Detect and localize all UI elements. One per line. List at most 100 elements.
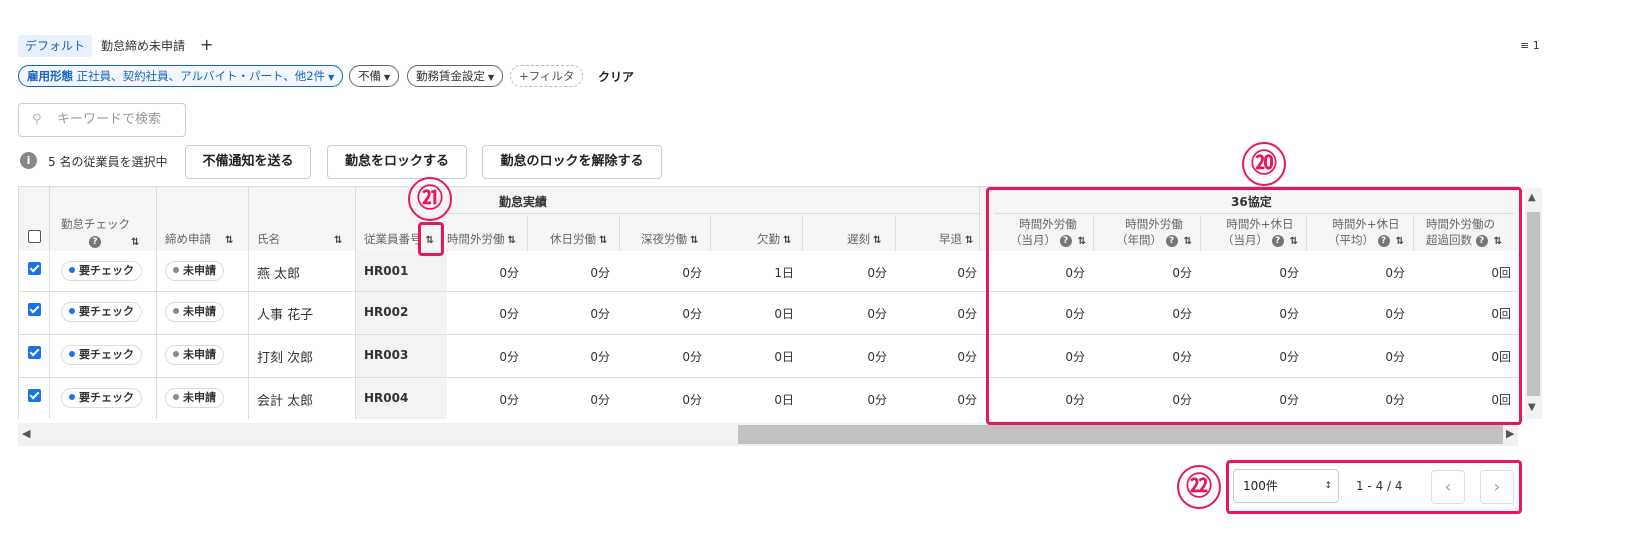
value-cell: 0分 bbox=[682, 350, 702, 364]
sort-icon[interactable]: ⇅ bbox=[873, 235, 881, 246]
vertical-scrollbar[interactable]: ▲ ▼ bbox=[1525, 188, 1542, 419]
sort-icon[interactable]: ⇅ bbox=[965, 235, 973, 246]
employee-number: HR001 bbox=[364, 264, 409, 278]
col-header-overtime[interactable]: 時間外労働 ⇅ bbox=[447, 231, 516, 247]
tab-default[interactable]: デフォルト bbox=[18, 35, 93, 57]
filter-lines-icon: ≡ bbox=[1520, 39, 1530, 52]
value-cell: 0分 bbox=[957, 350, 977, 364]
value-cell: 0分 bbox=[867, 393, 887, 407]
value-cell: 0分 bbox=[957, 266, 977, 280]
sort-icon[interactable]: ⇅ bbox=[690, 235, 698, 246]
lock-attendance-button[interactable]: 勤怠をロックする bbox=[327, 145, 467, 179]
employee-name: 人事 花子 bbox=[257, 308, 314, 323]
value-cell: 0分 bbox=[682, 266, 702, 280]
col-header-emp-no-label: 従業員番号 bbox=[364, 232, 422, 246]
send-defect-notice-button[interactable]: 不備通知を送る bbox=[185, 145, 311, 179]
value-cell: 0分 bbox=[499, 350, 519, 364]
check-status-badge: 要チェック bbox=[61, 261, 142, 281]
sort-icon[interactable]: ⇅ bbox=[225, 235, 233, 246]
sort-icon[interactable]: ⇅ bbox=[783, 235, 791, 246]
col-header-apply[interactable]: 締め申請 ⇅ bbox=[165, 231, 233, 247]
select-all-checkbox[interactable] bbox=[28, 230, 41, 243]
col-header-early[interactable]: 早退 ⇅ bbox=[939, 231, 973, 247]
clear-filters-link[interactable]: クリア bbox=[598, 68, 634, 85]
row-checkbox[interactable] bbox=[28, 262, 41, 275]
filter-count: 1 bbox=[1532, 39, 1540, 52]
annotation-box-36-agreement bbox=[986, 187, 1522, 425]
vertical-scroll-thumb[interactable] bbox=[1527, 212, 1540, 396]
employment-filter-label: 雇用形態 bbox=[27, 69, 73, 83]
wage-filter-label: 勤務賃金設定 bbox=[416, 69, 485, 83]
wage-filter-chip[interactable]: 勤務賃金設定 ▼ bbox=[407, 65, 504, 87]
add-filter-chip[interactable]: +フィルタ bbox=[510, 65, 584, 87]
status-dot-icon bbox=[69, 308, 75, 314]
add-tab-button[interactable]: + bbox=[200, 35, 213, 55]
row-checkbox[interactable] bbox=[28, 389, 41, 402]
sort-icon[interactable]: ⇅ bbox=[508, 235, 516, 246]
col-header-night[interactable]: 深夜労働 ⇅ bbox=[641, 231, 698, 247]
col-header-holiday[interactable]: 休日労働 ⇅ bbox=[550, 231, 607, 247]
chevron-down-icon: ▼ bbox=[328, 73, 335, 82]
col-header-late-label: 遅刻 bbox=[847, 232, 870, 246]
check-status-badge: 要チェック bbox=[61, 345, 142, 365]
search-placeholder: キーワードで検索 bbox=[57, 112, 162, 127]
scroll-down-icon[interactable]: ▼ bbox=[1528, 402, 1536, 413]
horizontal-scroll-thumb[interactable] bbox=[738, 425, 1503, 444]
value-cell: 0分 bbox=[590, 266, 610, 280]
value-cell: 0分 bbox=[957, 393, 977, 407]
col-header-overtime-label: 時間外労働 bbox=[447, 232, 505, 246]
check-status-label: 要チェック bbox=[79, 391, 134, 404]
annotation-number-22: ㉒ bbox=[1177, 465, 1221, 509]
col-header-check-label: 勤怠チェック bbox=[61, 217, 130, 231]
col-header-name-label: 氏名 bbox=[257, 232, 280, 246]
value-cell: 0日 bbox=[774, 307, 794, 321]
status-dot-icon bbox=[69, 394, 75, 400]
check-status-badge: 要チェック bbox=[61, 388, 142, 408]
sort-icon[interactable]: ⇅ bbox=[334, 235, 342, 246]
sort-icon[interactable]: ⇅ bbox=[599, 235, 607, 246]
col-header-check[interactable]: 勤怠チェック ? ⇅ bbox=[61, 216, 139, 248]
col-header-name[interactable]: 氏名 ⇅ bbox=[257, 231, 342, 247]
defect-filter-chip[interactable]: 不備 ▼ bbox=[349, 65, 400, 87]
status-dot-icon bbox=[173, 267, 179, 273]
status-dot-icon bbox=[69, 267, 75, 273]
employee-number: HR002 bbox=[364, 305, 409, 319]
status-dot-icon bbox=[69, 351, 75, 357]
help-icon: ? bbox=[89, 235, 101, 248]
value-cell: 0分 bbox=[499, 307, 519, 321]
keyword-search-input[interactable]: ⚲ キーワードで検索 bbox=[18, 103, 186, 137]
employment-filter-chip[interactable]: 雇用形態 正社員、契約社員、アルバイト・パート、他2件 ▼ bbox=[18, 65, 344, 87]
tab-attendance-unsubmitted[interactable]: 勤怠締め未申請 bbox=[94, 35, 192, 57]
col-header-absence[interactable]: 欠勤 ⇅ bbox=[757, 231, 791, 247]
row-checkbox[interactable] bbox=[28, 303, 41, 316]
employee-number: HR003 bbox=[364, 348, 409, 362]
value-cell: 0日 bbox=[774, 393, 794, 407]
annotation-box-pagination bbox=[1226, 460, 1522, 514]
check-status-label: 要チェック bbox=[79, 348, 134, 361]
value-cell: 0分 bbox=[590, 393, 610, 407]
apply-status-label: 未申請 bbox=[183, 264, 216, 277]
annotation-box-sort bbox=[418, 222, 444, 256]
row-checkbox[interactable] bbox=[28, 346, 41, 359]
scroll-right-icon[interactable]: ▶ bbox=[1506, 427, 1514, 440]
col-header-late[interactable]: 遅刻 ⇅ bbox=[847, 231, 881, 247]
apply-status-badge: 未申請 bbox=[165, 388, 224, 408]
check-status-badge: 要チェック bbox=[61, 302, 142, 322]
chevron-down-icon: ▼ bbox=[488, 73, 495, 82]
value-cell: 0分 bbox=[590, 350, 610, 364]
unlock-attendance-button[interactable]: 勤怠のロックを解除する bbox=[482, 145, 662, 179]
value-cell: 0分 bbox=[590, 307, 610, 321]
value-cell: 0分 bbox=[682, 393, 702, 407]
col-header-early-label: 早退 bbox=[939, 232, 962, 246]
employment-filter-value: 正社員、契約社員、アルバイト・パート、他2件 bbox=[76, 69, 326, 83]
filter-count-indicator[interactable]: ≡ 1 bbox=[1520, 39, 1540, 52]
search-icon: ⚲ bbox=[32, 112, 42, 127]
apply-status-label: 未申請 bbox=[183, 305, 216, 318]
info-icon: i bbox=[20, 152, 37, 169]
scroll-up-icon[interactable]: ▲ bbox=[1528, 192, 1536, 203]
sort-icon[interactable]: ⇅ bbox=[131, 237, 139, 248]
check-status-label: 要チェック bbox=[79, 264, 134, 277]
horizontal-scrollbar[interactable]: ◀ ▶ bbox=[18, 423, 1518, 446]
scroll-left-icon[interactable]: ◀ bbox=[22, 427, 30, 440]
value-cell: 1日 bbox=[774, 266, 794, 280]
